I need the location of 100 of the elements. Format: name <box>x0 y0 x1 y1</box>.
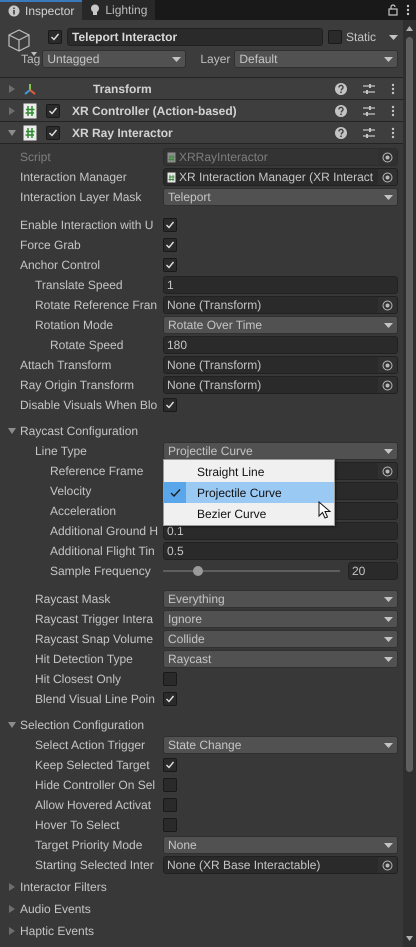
info-icon <box>8 5 20 17</box>
more-options-icon[interactable] <box>406 4 410 16</box>
object-picker-button[interactable] <box>378 169 397 185</box>
scrollbar[interactable] <box>403 20 416 947</box>
checkbox[interactable] <box>46 126 60 140</box>
tag-label: Tag <box>21 51 40 68</box>
check-icon <box>170 488 180 498</box>
checkbox[interactable] <box>163 758 177 772</box>
tab[interactable]: Inspector <box>0 0 82 20</box>
dropdown[interactable]: State Change <box>163 736 398 754</box>
field-label: Disable Visuals When Blo <box>20 397 158 414</box>
checkbox[interactable] <box>163 818 177 832</box>
check-icon <box>50 32 60 42</box>
field-label: Additional Flight Tin <box>50 543 155 560</box>
caret-icon <box>384 596 393 602</box>
object-field[interactable]: XR Interaction Manager (XR Interact <box>163 168 398 186</box>
checkbox[interactable] <box>163 238 177 252</box>
presets-icon[interactable] <box>363 126 375 138</box>
help-icon[interactable] <box>335 104 347 116</box>
object-field[interactable]: None (Transform) <box>163 376 398 394</box>
dropdown[interactable]: Raycast <box>163 650 398 668</box>
presets-icon[interactable] <box>363 82 375 94</box>
input-field[interactable]: 1 <box>163 276 398 294</box>
input-field[interactable]: 20 <box>348 562 398 580</box>
foldout-header[interactable]: Haptic Events <box>0 921 403 941</box>
menu-item[interactable]: Projectile Curve <box>164 482 334 503</box>
lock-icon[interactable] <box>388 4 398 16</box>
object-field[interactable]: None (Transform) <box>163 296 398 314</box>
object-picker-button[interactable] <box>378 377 397 393</box>
scroll-down-icon[interactable] <box>406 936 413 941</box>
field-label: Velocity <box>50 483 92 500</box>
foldout-arrow-icon[interactable] <box>7 128 17 138</box>
field-label: Translate Speed <box>35 277 123 294</box>
checkbox[interactable] <box>46 104 60 118</box>
checkbox[interactable] <box>48 30 62 44</box>
more-options-icon[interactable] <box>391 104 395 116</box>
foldout-header[interactable]: Interactor Filters <box>0 877 403 897</box>
checkbox[interactable] <box>163 398 177 412</box>
dropdown[interactable]: Collide <box>163 630 398 648</box>
menu-item[interactable]: Straight Line <box>164 461 334 482</box>
name-field[interactable]: Teleport Interactor <box>67 28 323 46</box>
checkbox[interactable] <box>163 218 177 232</box>
component-header[interactable]: Transform <box>0 78 403 100</box>
dropdown[interactable]: Ignore <box>163 610 398 628</box>
tab[interactable]: Lighting <box>82 0 156 20</box>
field-label: Interaction Manager <box>20 169 127 186</box>
checkbox[interactable] <box>163 258 177 272</box>
field-label: Rotate Speed <box>50 337 124 354</box>
object-field[interactable]: None (Transform) <box>163 356 398 374</box>
foldout-header[interactable]: Audio Events <box>0 899 403 919</box>
slider-thumb[interactable] <box>193 566 204 576</box>
dropdown[interactable]: Teleport <box>163 188 398 206</box>
field-label: Force Grab <box>20 237 81 254</box>
layer-dropdown[interactable]: Default <box>234 50 398 68</box>
field-label: Rotation Mode <box>35 317 114 334</box>
field-label: Sample Frequency <box>50 563 151 580</box>
dropdown[interactable]: Rotate Over Time <box>163 316 398 334</box>
field-label: Blend Visual Line Poin <box>35 691 155 708</box>
script-icon <box>23 102 37 118</box>
foldout-header[interactable]: Selection Configuration <box>0 715 403 735</box>
object-picker-button[interactable] <box>378 297 397 313</box>
checkbox[interactable] <box>163 672 177 686</box>
help-icon[interactable] <box>335 82 347 94</box>
field-label: Additional Ground H <box>50 523 158 540</box>
object-picker-button[interactable] <box>378 357 397 373</box>
object-field[interactable]: None (XR Base Interactable) <box>163 856 398 874</box>
input-field[interactable]: 180 <box>163 336 398 354</box>
caret-icon <box>384 322 393 328</box>
dropdown[interactable]: None <box>163 836 398 854</box>
foldout-arrow-icon[interactable] <box>7 426 17 436</box>
foldout-header[interactable]: Raycast Configuration <box>0 421 403 441</box>
scroll-up-icon[interactable] <box>406 26 413 31</box>
caret-icon <box>384 56 393 62</box>
axes-icon <box>23 82 37 94</box>
script-icon <box>167 172 176 182</box>
component-header[interactable]: XR Ray Interactor <box>0 122 403 144</box>
slider[interactable] <box>163 565 340 577</box>
object-picker-button[interactable] <box>378 857 397 873</box>
checkbox[interactable] <box>163 692 177 706</box>
help-icon[interactable] <box>335 126 347 138</box>
component-header[interactable]: XR Controller (Action-based) <box>0 100 403 122</box>
presets-icon[interactable] <box>363 104 375 116</box>
checkbox[interactable] <box>163 798 177 812</box>
foldout-arrow-icon[interactable] <box>7 720 17 730</box>
menu-item[interactable]: Bezier Curve <box>164 503 334 524</box>
object-picker-button[interactable] <box>378 463 397 479</box>
scrollbar-thumb[interactable] <box>406 37 413 772</box>
field-label: Raycast Mask <box>35 591 110 608</box>
input-field[interactable]: 0.5 <box>163 542 398 560</box>
more-options-icon[interactable] <box>391 82 395 94</box>
cursor-icon <box>318 501 331 519</box>
dropdown[interactable]: Everything <box>163 590 398 608</box>
dropdown[interactable]: Projectile Curve <box>163 442 398 460</box>
more-options-icon[interactable] <box>391 126 395 138</box>
checkbox[interactable] <box>328 30 342 44</box>
caret-icon <box>384 448 393 454</box>
field-label: Anchor Control <box>20 257 100 274</box>
field-label: Rotate Reference Fran <box>35 297 158 314</box>
tag-dropdown[interactable]: Untagged <box>42 50 186 68</box>
checkbox[interactable] <box>163 778 177 792</box>
